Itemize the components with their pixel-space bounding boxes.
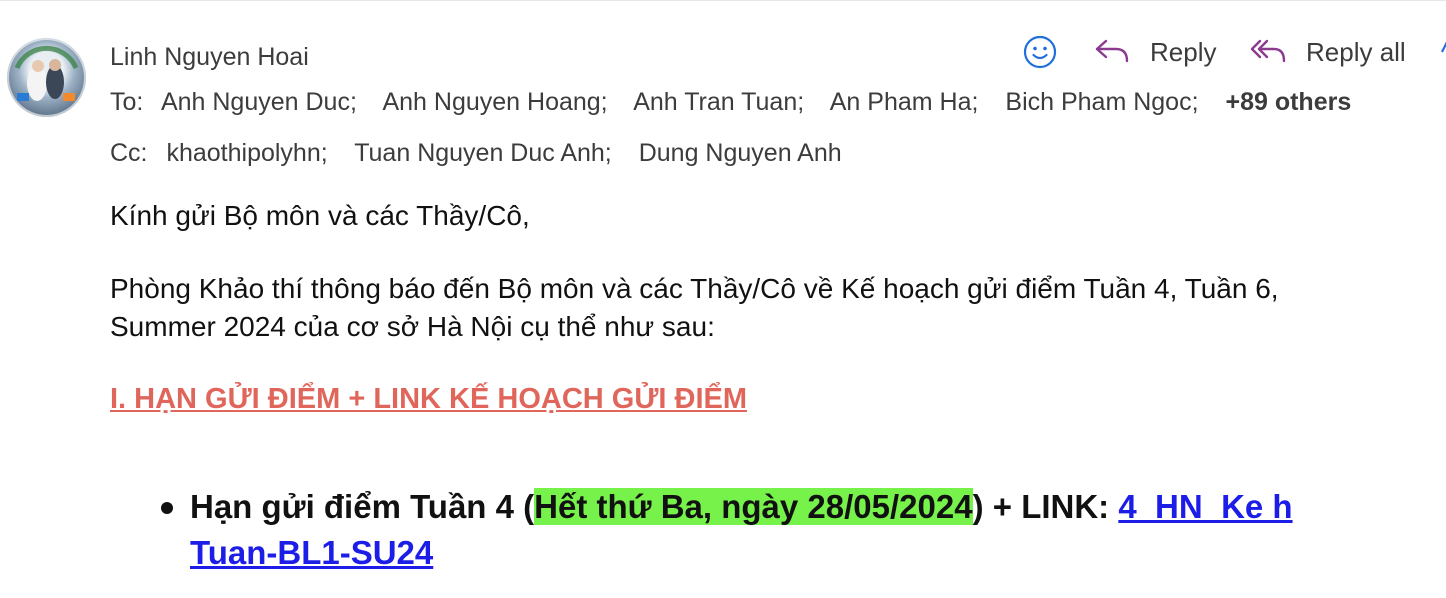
greeting: Kính gửi Bộ môn và các Thầy/Cô,	[110, 200, 530, 231]
plan-link-continued[interactable]: Tuan-BL1-SU24	[190, 534, 433, 571]
plan-link[interactable]: 4_HN_Ke h	[1118, 488, 1292, 525]
reply-label: Reply	[1150, 36, 1217, 67]
section-heading: I. HẠN GỬI ĐIỂM + LINK KẾ HOẠCH GỬI ĐIỂM	[110, 383, 748, 415]
deadline-prefix: Hạn gửi điểm Tuần 4 (	[190, 488, 535, 525]
deadline-date-highlight: Hết thứ Ba, ngày 28/05/2024	[534, 488, 973, 525]
reply-button[interactable]: Reply	[1094, 32, 1216, 72]
sender-avatar[interactable]	[7, 38, 86, 117]
bullet-icon	[161, 502, 173, 514]
to-row: To: Anh Nguyen Duc; Anh Nguyen Hoang; An…	[110, 88, 1351, 117]
reply-all-arrow-icon	[1250, 37, 1286, 67]
forward-icon[interactable]	[1440, 40, 1446, 66]
recipient[interactable]: Anh Tran Tuan;	[633, 88, 804, 116]
reply-arrow-icon	[1094, 37, 1130, 67]
cc-recipient[interactable]: khaothipolyhn;	[166, 139, 327, 167]
to-label: To:	[110, 88, 144, 116]
recipient[interactable]: Anh Nguyen Hoang;	[382, 88, 607, 116]
cc-row: Cc: khaothipolyhn; Tuan Nguyen Duc Anh; …	[110, 139, 862, 168]
smiley-icon[interactable]	[1020, 32, 1060, 72]
deadline-bullet: Hạn gửi điểm Tuần 4 (Hết thứ Ba, ngày 28…	[190, 488, 1293, 526]
deadline-bullet-continued: Tuan-BL1-SU24	[190, 534, 433, 572]
reply-all-label: Reply all	[1306, 36, 1406, 67]
body-paragraph-line: Phòng Khảo thí thông báo đến Bộ môn và c…	[110, 273, 1279, 304]
body-paragraph-line: Summer 2024 của cơ sở Hà Nội cụ thể như …	[110, 311, 715, 342]
cc-label: Cc:	[110, 139, 148, 167]
cc-recipient[interactable]: Tuan Nguyen Duc Anh;	[354, 139, 612, 167]
recipient[interactable]: Anh Nguyen Duc;	[161, 88, 357, 116]
recipient[interactable]: Bich Pham Ngoc;	[1005, 88, 1198, 116]
sender-name[interactable]: Linh Nguyen Hoai	[110, 43, 309, 72]
avatar-photo	[14, 45, 79, 101]
more-recipients-button[interactable]: +89 others	[1225, 88, 1351, 116]
reply-all-button[interactable]: Reply all	[1250, 32, 1406, 72]
deadline-suffix: ) + LINK:	[972, 488, 1119, 525]
top-divider	[0, 0, 1446, 4]
recipient[interactable]: An Pham Ha;	[830, 88, 979, 116]
cc-recipient[interactable]: Dung Nguyen Anh	[639, 139, 842, 167]
